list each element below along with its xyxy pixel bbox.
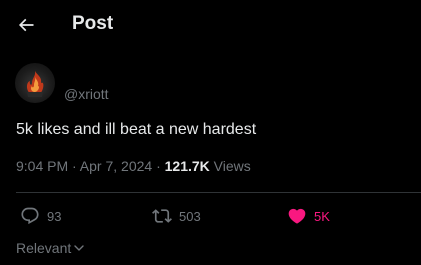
heart-filled-icon	[288, 208, 306, 224]
avatar[interactable]	[15, 63, 55, 103]
post-page: Post @xriott 5k likes and ill beat a new…	[0, 0, 421, 265]
chevron-down-icon	[74, 245, 84, 251]
avatar-image	[26, 71, 44, 97]
divider	[16, 192, 421, 193]
like-button[interactable]: 5K	[287, 206, 330, 226]
repost-count: 503	[179, 208, 201, 224]
reply-icon	[21, 207, 39, 225]
back-button[interactable]	[10, 9, 42, 41]
views-label: Views	[209, 158, 251, 174]
author-handle[interactable]: @xriott	[64, 85, 109, 103]
sort-replies-dropdown[interactable]: Relevant	[16, 239, 85, 257]
repost-icon	[152, 209, 172, 223]
like-count: 5K	[314, 208, 330, 224]
repost-button[interactable]: 503	[152, 206, 201, 226]
page-title: Post	[72, 13, 114, 34]
reply-button[interactable]: 93	[20, 206, 61, 226]
post-text: 5k likes and ill beat a new hardest	[16, 121, 257, 138]
views-count: 121.7K	[164, 158, 210, 174]
reply-count: 93	[47, 208, 62, 224]
post-meta: 9:04 PM · Apr 7, 2024 · 121.7K Views	[16, 157, 251, 175]
sort-label: Relevant	[16, 240, 72, 256]
post-timestamp[interactable]: 9:04 PM · Apr 7, 2024 ·	[16, 158, 165, 174]
arrow-left-icon	[18, 18, 34, 32]
